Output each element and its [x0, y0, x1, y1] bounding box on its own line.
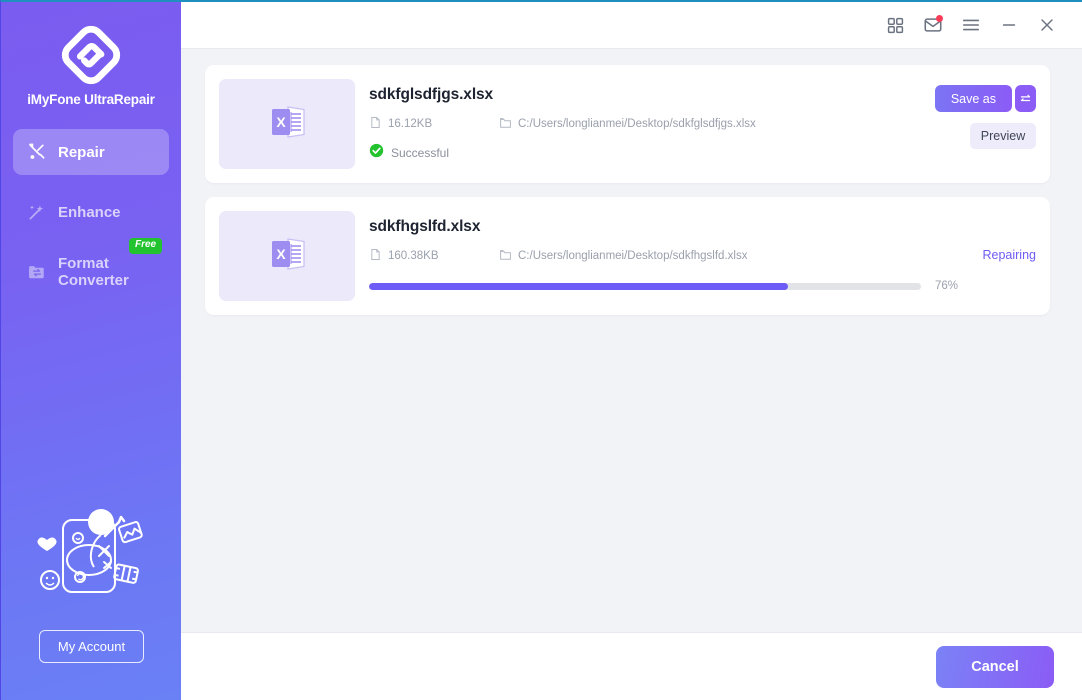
file-info: sdkfhgslfd.xlsx 160.38KB C:/Users/longli…: [355, 211, 1036, 301]
excel-file-icon: X: [265, 232, 309, 281]
file-path: C:/Users/longlianmei/Desktop/sdkfhgslfd.…: [518, 250, 748, 262]
sidebar-item-repair[interactable]: Repair: [13, 129, 169, 175]
file-actions: Save as Preview: [886, 85, 1036, 149]
progress-fill: [369, 282, 789, 290]
file-size: 160.38KB: [388, 250, 439, 262]
excel-file-icon: X: [265, 100, 309, 149]
file-list: X sdkfglsdfjgs.xlsx 16.12KB C:/Users/lon…: [181, 48, 1082, 632]
sidebar-nav: Repair Enhance Format Converter Free: [1, 129, 181, 309]
close-icon[interactable]: [1028, 8, 1066, 42]
sidebar-item-label: Enhance: [58, 203, 121, 221]
file-card: X sdkfglsdfjgs.xlsx 16.12KB C:/Users/lon…: [205, 65, 1050, 183]
file-meta: 160.38KB C:/Users/longlianmei/Desktop/sd…: [369, 248, 1036, 264]
document-icon: [369, 116, 382, 132]
notification-dot: [936, 15, 943, 22]
file-info: sdkfglsdfjgs.xlsx 16.12KB C:/Users/longl…: [355, 79, 1036, 169]
titlebar: [181, 2, 1082, 48]
progress-row: 76%: [369, 280, 1036, 292]
status-text: Repairing: [982, 248, 1036, 262]
free-badge: Free: [129, 238, 163, 254]
progress-label: 76%: [934, 280, 958, 292]
file-path-group: C:/Users/longlianmei/Desktop/sdkfhgslfd.…: [499, 248, 747, 264]
person-with-device-illustration: [27, 502, 157, 618]
swap-arrows-icon[interactable]: [1015, 85, 1036, 112]
file-path: C:/Users/longlianmei/Desktop/sdkfglsdfjg…: [518, 118, 756, 130]
file-card: X sdkfhgslfd.xlsx 160.38KB C:/Users/long…: [205, 197, 1050, 315]
diamond-key-logo-icon: [60, 24, 122, 86]
app-window: iMyFone UltraRepair Repair Enhance Forma…: [0, 0, 1082, 700]
magic-wand-icon: [27, 202, 47, 222]
folder-icon: [499, 116, 512, 132]
sidebar-item-format-converter[interactable]: Format Converter Free: [13, 238, 169, 295]
file-thumbnail: X: [219, 79, 355, 169]
footer-bar: Cancel: [181, 632, 1082, 700]
check-circle-icon: [369, 143, 384, 163]
hamburger-menu-icon[interactable]: [952, 8, 990, 42]
cancel-button[interactable]: Cancel: [936, 645, 1054, 688]
sidebar-item-enhance[interactable]: Enhance: [13, 189, 169, 235]
folder-icon: [499, 248, 512, 264]
mail-icon[interactable]: [914, 8, 952, 42]
svg-text:X: X: [276, 114, 286, 130]
progress-bar: [369, 282, 921, 290]
status-text: Successful: [391, 146, 450, 160]
wrench-screwdriver-icon: [27, 142, 47, 162]
sidebar-item-label: Repair: [58, 143, 105, 161]
save-as-group: Save as: [886, 85, 1036, 112]
file-thumbnail: X: [219, 211, 355, 301]
save-as-button[interactable]: Save as: [934, 85, 1012, 112]
sidebar: iMyFone UltraRepair Repair Enhance Forma…: [1, 2, 181, 700]
grid-apps-icon[interactable]: [876, 8, 914, 42]
file-path-group: C:/Users/longlianmei/Desktop/sdkfglsdfjg…: [499, 116, 756, 132]
svg-text:X: X: [276, 246, 286, 262]
brand-name: iMyFone UltraRepair: [27, 92, 155, 107]
file-size: 16.12KB: [388, 118, 433, 130]
main-region: X sdkfglsdfjgs.xlsx 16.12KB C:/Users/lon…: [181, 2, 1082, 700]
my-account-button[interactable]: My Account: [39, 630, 144, 663]
minimize-icon[interactable]: [990, 8, 1028, 42]
document-icon: [369, 248, 382, 264]
file-size-group: 160.38KB: [369, 248, 499, 264]
file-name: sdkfhgslfd.xlsx: [369, 218, 481, 235]
folder-swap-icon: [27, 262, 47, 282]
preview-button[interactable]: Preview: [970, 123, 1036, 149]
sidebar-item-label: Format Converter: [58, 255, 129, 289]
file-size-group: 16.12KB: [369, 116, 499, 132]
